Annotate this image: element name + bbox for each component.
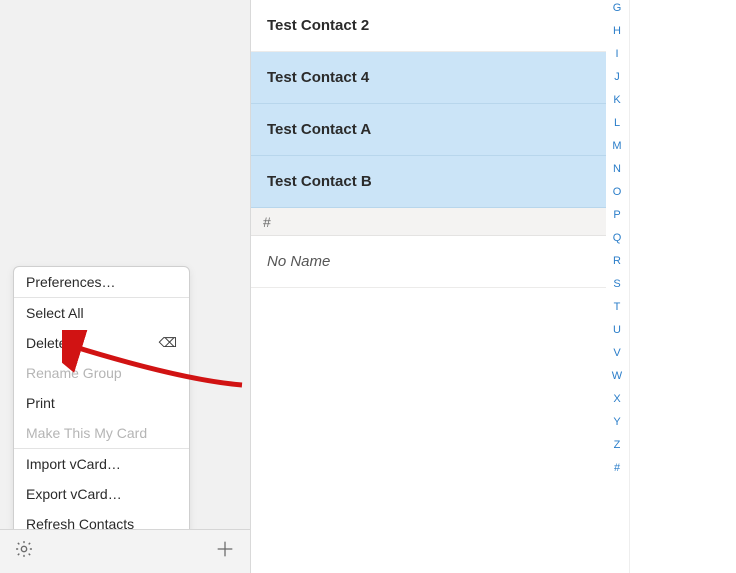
index-letter[interactable]: P [613,209,620,221]
menu-label: Select All [26,305,84,321]
index-letter[interactable]: S [613,278,620,290]
menu-export-vcard[interactable]: Export vCard… [14,479,189,509]
index-letter[interactable]: M [612,140,621,152]
index-letter[interactable]: X [613,393,620,405]
contact-list: Test Contact 2 Test Contact 4 Test Conta… [251,0,629,573]
index-letter[interactable]: G [613,2,622,14]
contact-row[interactable]: Test Contact B [251,156,606,208]
menu-label: Rename Group [26,365,122,381]
menu-delete[interactable]: Delete ⌫ [14,328,189,358]
index-letter[interactable]: Z [614,439,621,451]
contact-name: No Name [267,253,330,270]
menu-label: Export vCard… [26,486,122,502]
index-letter[interactable]: Y [613,416,620,428]
index-letter[interactable]: N [613,163,621,175]
index-letter[interactable]: Q [613,232,622,244]
menu-rename-group: Rename Group [14,358,189,388]
index-letter[interactable]: R [613,255,621,267]
contact-name: Test Contact 4 [267,69,369,86]
alpha-index: G H I J K L M N O P Q R S T U V W X Y Z … [608,2,626,474]
section-label: # [263,214,271,230]
contact-row[interactable]: Test Contact 4 [251,52,606,104]
sidebar: Preferences… Select All Delete ⌫ Rename … [0,0,251,573]
menu-label: Delete [26,335,66,351]
menu-preferences[interactable]: Preferences… [14,267,189,297]
menu-label: Import vCard… [26,456,121,472]
index-letter[interactable]: O [613,186,622,198]
delete-key-icon: ⌫ [159,335,177,351]
app-root: Preferences… Select All Delete ⌫ Rename … [0,0,736,573]
index-letter[interactable]: W [612,370,622,382]
menu-select-all[interactable]: Select All [14,298,189,328]
index-letter[interactable]: T [614,301,621,313]
index-letter[interactable]: # [614,462,620,474]
plus-icon[interactable] [214,538,236,565]
menu-label: Preferences… [26,274,115,290]
index-letter[interactable]: I [615,48,618,60]
index-letter[interactable]: J [614,71,620,83]
contact-row[interactable]: Test Contact 2 [251,0,606,52]
contact-name: Test Contact B [267,173,372,190]
menu-print[interactable]: Print [14,388,189,418]
index-letter[interactable]: K [613,94,620,106]
contact-name: Test Contact 2 [267,17,369,34]
settings-menu: Preferences… Select All Delete ⌫ Rename … [13,266,190,540]
index-letter[interactable]: V [613,347,620,359]
section-header: # [251,208,606,236]
menu-make-card: Make This My Card [14,418,189,448]
contact-row[interactable]: Test Contact A [251,104,606,156]
menu-import-vcard[interactable]: Import vCard… [14,449,189,479]
detail-pane [629,0,736,573]
menu-label: Make This My Card [26,425,147,441]
index-letter[interactable]: U [613,324,621,336]
contact-row[interactable]: No Name [251,236,606,288]
index-letter[interactable]: H [613,25,621,37]
menu-label: Print [26,395,55,411]
gear-icon[interactable] [14,539,34,564]
sidebar-toolbar [0,529,250,573]
index-letter[interactable]: L [614,117,620,129]
contact-name: Test Contact A [267,121,371,138]
